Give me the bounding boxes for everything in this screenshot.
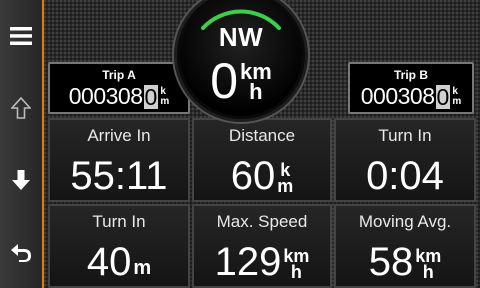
field-unit-bottom: h [290, 262, 302, 282]
field-label: Distance [228, 126, 296, 145]
trip-a-panel[interactable]: Trip A 000308 0 k m [48, 62, 190, 114]
field-label: Max. Speed [216, 212, 308, 231]
field-max-speed[interactable]: Max. Speed 129 km h [192, 204, 332, 288]
speed-unit: km h [240, 61, 272, 104]
left-sidebar [0, 0, 44, 288]
trip-b-unit: k m [452, 85, 462, 107]
back-arrow-icon [11, 244, 31, 262]
scroll-down-button[interactable] [0, 160, 42, 200]
field-arrive-in[interactable]: Arrive In 55:11 [48, 118, 190, 202]
field-unit: km h [415, 247, 441, 282]
field-number: 0:04 [366, 154, 444, 198]
field-label: Arrive In [87, 126, 151, 145]
current-speed: 0 km h [174, 56, 308, 106]
field-value: 40 m [50, 240, 188, 284]
scroll-up-button[interactable] [0, 88, 42, 128]
trip-a-odometer: 000308 0 k m [50, 83, 188, 110]
trip-a-digits: 000308 [68, 83, 143, 109]
trip-b-title: Trip B [393, 68, 428, 82]
hamburger-menu-icon [10, 27, 32, 45]
field-unit-bottom: h [422, 262, 434, 282]
field-unit: km h [283, 247, 309, 282]
field-label: Turn In [92, 212, 146, 231]
field-number: 58 [368, 240, 414, 284]
field-value: 129 km h [194, 240, 330, 284]
trip-b-panel[interactable]: Trip B 000308 0 k m [348, 62, 474, 114]
trip-a-unit-bottom: m [160, 95, 170, 107]
speed-unit-bottom: h [249, 79, 263, 104]
back-button[interactable] [0, 232, 42, 272]
field-value: 60 k m [194, 154, 330, 198]
field-turn-in-distance[interactable]: Turn In 40 m [48, 204, 190, 288]
arrow-up-outline-icon [11, 97, 31, 119]
trip-b-unit-bottom: m [452, 95, 462, 107]
trip-b-unit-top: k [452, 85, 458, 97]
compass-heading: NW [218, 22, 264, 52]
field-number: 40 [86, 240, 132, 284]
field-value: 58 km h [336, 240, 474, 284]
field-number: 55:11 [70, 154, 168, 198]
trip-a-unit: k m [160, 85, 170, 107]
trip-a-last-digit: 0 [143, 83, 159, 110]
trip-b-digits: 000308 [360, 83, 435, 109]
field-value: 0:04 [336, 154, 474, 198]
trip-b-last-digit: 0 [435, 83, 451, 110]
field-label: Turn In [378, 126, 432, 145]
trip-a-title: Trip A [102, 68, 136, 82]
field-value: 55:11 [50, 154, 188, 198]
speed-value: 0 [210, 53, 238, 109]
field-number: 129 [214, 240, 282, 284]
field-turn-in-time[interactable]: Turn In 0:04 [334, 118, 476, 202]
field-unit-bottom: m [277, 176, 294, 196]
field-unit: k m [277, 161, 294, 196]
field-number: 60 [230, 154, 276, 198]
menu-button[interactable] [0, 16, 42, 56]
field-distance[interactable]: Distance 60 k m [192, 118, 332, 202]
trip-a-unit-top: k [160, 85, 166, 97]
field-unit: m [133, 257, 152, 279]
field-moving-avg[interactable]: Moving Avg. 58 km h [334, 204, 476, 288]
field-label: Moving Avg. [358, 212, 452, 231]
trip-b-odometer: 000308 0 k m [350, 83, 472, 110]
arrow-down-icon [12, 170, 30, 190]
